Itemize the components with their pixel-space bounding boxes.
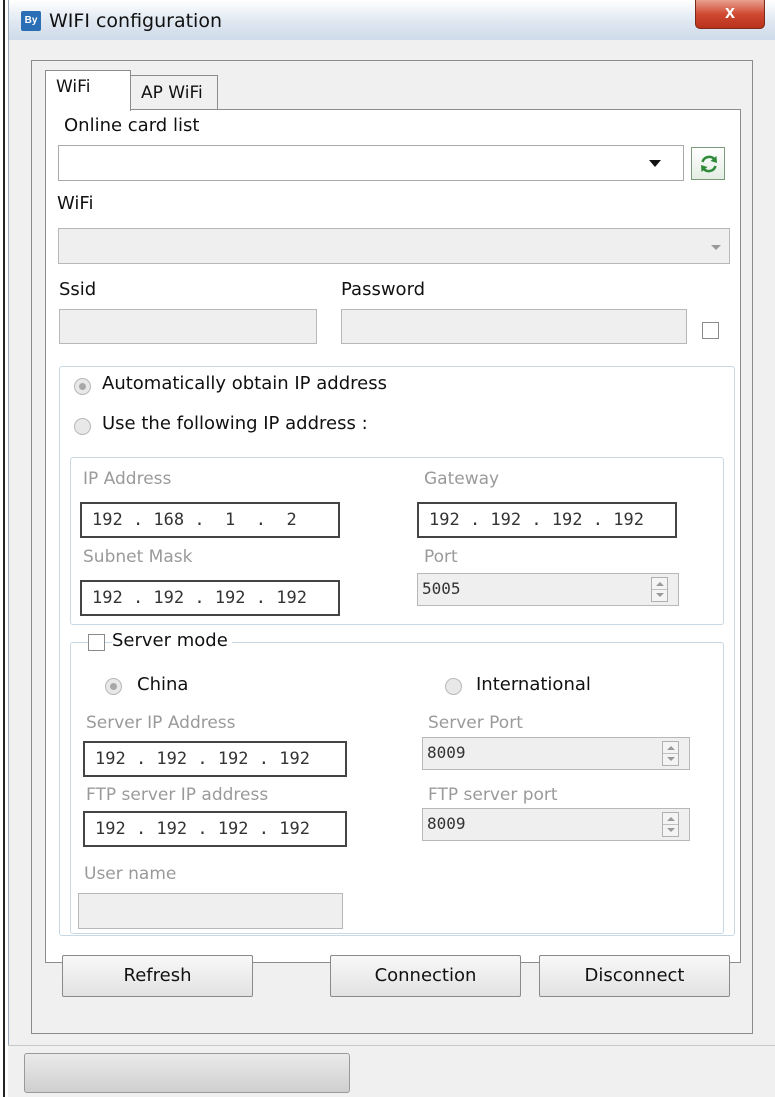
manual-ip-radio[interactable] [74,418,91,435]
status-progress-panel [24,1053,350,1093]
china-label: China [137,674,189,695]
tab-wifi[interactable]: WiFi [45,70,131,111]
server-ip-label: Server IP Address [86,713,236,733]
ftp-server-port-label: FTP server port [428,785,558,805]
chevron-down-icon [649,160,661,167]
subnet-mask-input[interactable]: 192 . 192 . 192 . 192 [80,580,340,616]
app-logo-icon: By [21,11,41,31]
ftp-server-port-value: 8009 [427,814,466,833]
server-mode-checkbox[interactable] [88,634,105,651]
online-card-dropdown[interactable] [58,145,684,181]
subnet-mask-label: Subnet Mask [83,547,193,567]
show-password-checkbox[interactable] [702,322,719,339]
window-title: WIFI configuration [49,10,222,32]
ftp-server-port-spinner[interactable]: 8009 [422,808,690,841]
server-port-value: 8009 [427,743,466,762]
international-label: International [476,674,591,695]
ftp-server-ip-input[interactable]: 192 . 192 . 192 . 192 [83,811,347,847]
online-card-list-label: Online card list [64,115,200,136]
tab-ap-wifi[interactable]: AP WiFi [130,75,218,111]
server-mode-label: Server mode [112,630,232,651]
ssid-label: Ssid [59,279,97,300]
password-label: Password [341,279,426,300]
ftp-server-ip-label: FTP server IP address [86,785,269,805]
port-spinner[interactable]: 5005 [417,573,679,606]
server-port-label: Server Port [428,713,523,733]
title-bar[interactable]: By WIFI configuration x [9,0,775,40]
spinner-arrows-icon[interactable] [662,812,679,837]
port-label: Port [424,547,458,567]
server-ip-input[interactable]: 192 . 192 . 192 . 192 [83,741,347,777]
auto-ip-radio[interactable] [74,378,91,395]
connection-button[interactable]: Connection [330,955,521,997]
spinner-arrows-icon[interactable] [651,577,668,602]
chevron-down-icon [711,245,721,250]
ip-address-label: IP Address [83,469,172,489]
refresh-button[interactable]: Refresh [62,955,253,997]
user-name-label: User name [84,864,177,884]
auto-ip-label: Automatically obtain IP address [102,373,387,394]
china-radio[interactable] [105,678,122,695]
password-input[interactable] [341,309,687,344]
gateway-input[interactable]: 192 . 192 . 192 . 192 [417,502,677,538]
international-radio[interactable] [445,678,462,695]
wifi-label: WiFi [57,193,94,214]
status-bar [8,1045,775,1097]
background-window-edge [0,0,8,1097]
close-button[interactable]: x [695,0,765,29]
user-name-input[interactable] [78,893,343,929]
ssid-input[interactable] [59,309,317,344]
disconnect-button[interactable]: Disconnect [539,955,730,997]
spinner-arrows-icon[interactable] [662,741,679,766]
wifi-dropdown[interactable] [58,228,730,264]
ip-address-input[interactable]: 192 . 168 . 1 . 2 [80,502,340,538]
server-port-spinner[interactable]: 8009 [422,737,690,770]
gateway-label: Gateway [424,469,500,489]
refresh-icon[interactable] [691,147,725,180]
port-value: 5005 [422,579,461,598]
manual-ip-label: Use the following IP address : [102,413,368,434]
